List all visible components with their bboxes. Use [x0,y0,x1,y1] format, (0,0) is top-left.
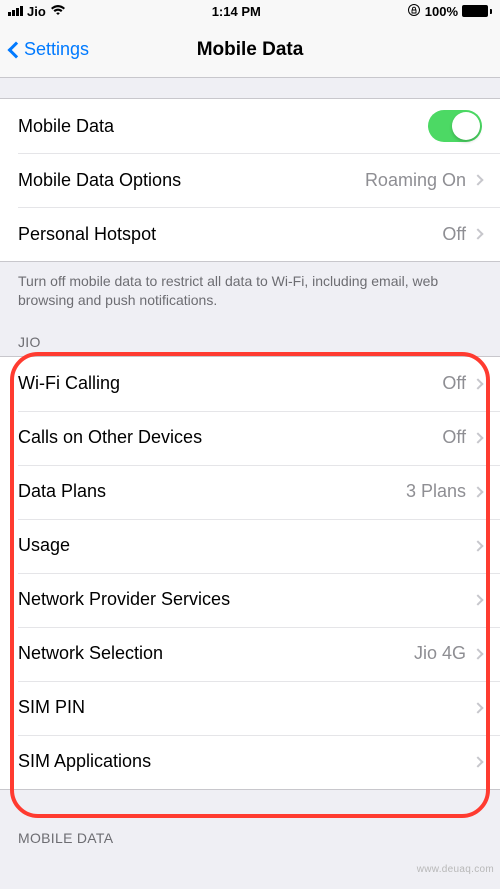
battery-icon [462,5,492,17]
watermark-text: www.deuaq.com [417,864,494,875]
mobile-data-toggle[interactable] [428,110,482,142]
row-data-plans[interactable]: Data Plans 3 Plans [0,465,500,519]
calls-other-label: Calls on Other Devices [18,427,442,448]
data-plans-label: Data Plans [18,481,406,502]
wifi-calling-label: Wi-Fi Calling [18,373,442,394]
chevron-right-icon [472,228,483,239]
status-time: 1:14 PM [212,4,261,19]
chevron-right-icon [472,594,483,605]
nav-bar: Settings Mobile Data [0,22,500,78]
chevron-right-icon [472,174,483,185]
personal-hotspot-label: Personal Hotspot [18,224,442,245]
wifi-calling-value: Off [442,373,466,394]
mobile-data-label: Mobile Data [18,116,428,137]
row-mobile-data-options[interactable]: Mobile Data Options Roaming On [0,153,500,207]
carrier-label: Jio [27,4,46,19]
row-provider-services[interactable]: Network Provider Services [0,573,500,627]
sim-pin-label: SIM PIN [18,697,474,718]
mobile-data-options-label: Mobile Data Options [18,170,365,191]
back-label: Settings [24,39,89,60]
status-right: 100% [407,3,492,20]
wifi-icon [50,4,66,19]
provider-services-label: Network Provider Services [18,589,474,610]
chevron-right-icon [472,702,483,713]
usage-label: Usage [18,535,474,556]
row-personal-hotspot[interactable]: Personal Hotspot Off [0,207,500,261]
back-button[interactable]: Settings [10,39,89,60]
group-footer-text: Turn off mobile data to restrict all dat… [0,262,500,316]
chevron-right-icon [472,540,483,551]
section-header-mobile-data: MOBILE DATA [0,790,500,852]
row-sim-applications[interactable]: SIM Applications [0,735,500,789]
content-scroll[interactable]: Mobile Data Mobile Data Options Roaming … [0,78,500,889]
chevron-right-icon [472,756,483,767]
row-wifi-calling[interactable]: Wi-Fi Calling Off [0,357,500,411]
chevron-left-icon [8,41,25,58]
group-mobile-data: Mobile Data Mobile Data Options Roaming … [0,98,500,262]
status-left: Jio [8,4,66,19]
chevron-right-icon [472,432,483,443]
row-sim-pin[interactable]: SIM PIN [0,681,500,735]
row-mobile-data: Mobile Data [0,99,500,153]
row-network-selection[interactable]: Network Selection Jio 4G [0,627,500,681]
chevron-right-icon [472,378,483,389]
calls-other-value: Off [442,427,466,448]
chevron-right-icon [472,648,483,659]
row-calls-other-devices[interactable]: Calls on Other Devices Off [0,411,500,465]
network-selection-label: Network Selection [18,643,414,664]
chevron-right-icon [472,486,483,497]
signal-icon [8,6,23,16]
section-header-jio: JIO [0,316,500,356]
mobile-data-options-value: Roaming On [365,170,466,191]
orientation-lock-icon [407,3,421,20]
group-jio: Wi-Fi Calling Off Calls on Other Devices… [0,356,500,790]
sim-apps-label: SIM Applications [18,751,474,772]
row-usage[interactable]: Usage [0,519,500,573]
personal-hotspot-value: Off [442,224,466,245]
status-bar: Jio 1:14 PM 100% [0,0,500,22]
data-plans-value: 3 Plans [406,481,466,502]
network-selection-value: Jio 4G [414,643,466,664]
battery-percent: 100% [425,4,458,19]
